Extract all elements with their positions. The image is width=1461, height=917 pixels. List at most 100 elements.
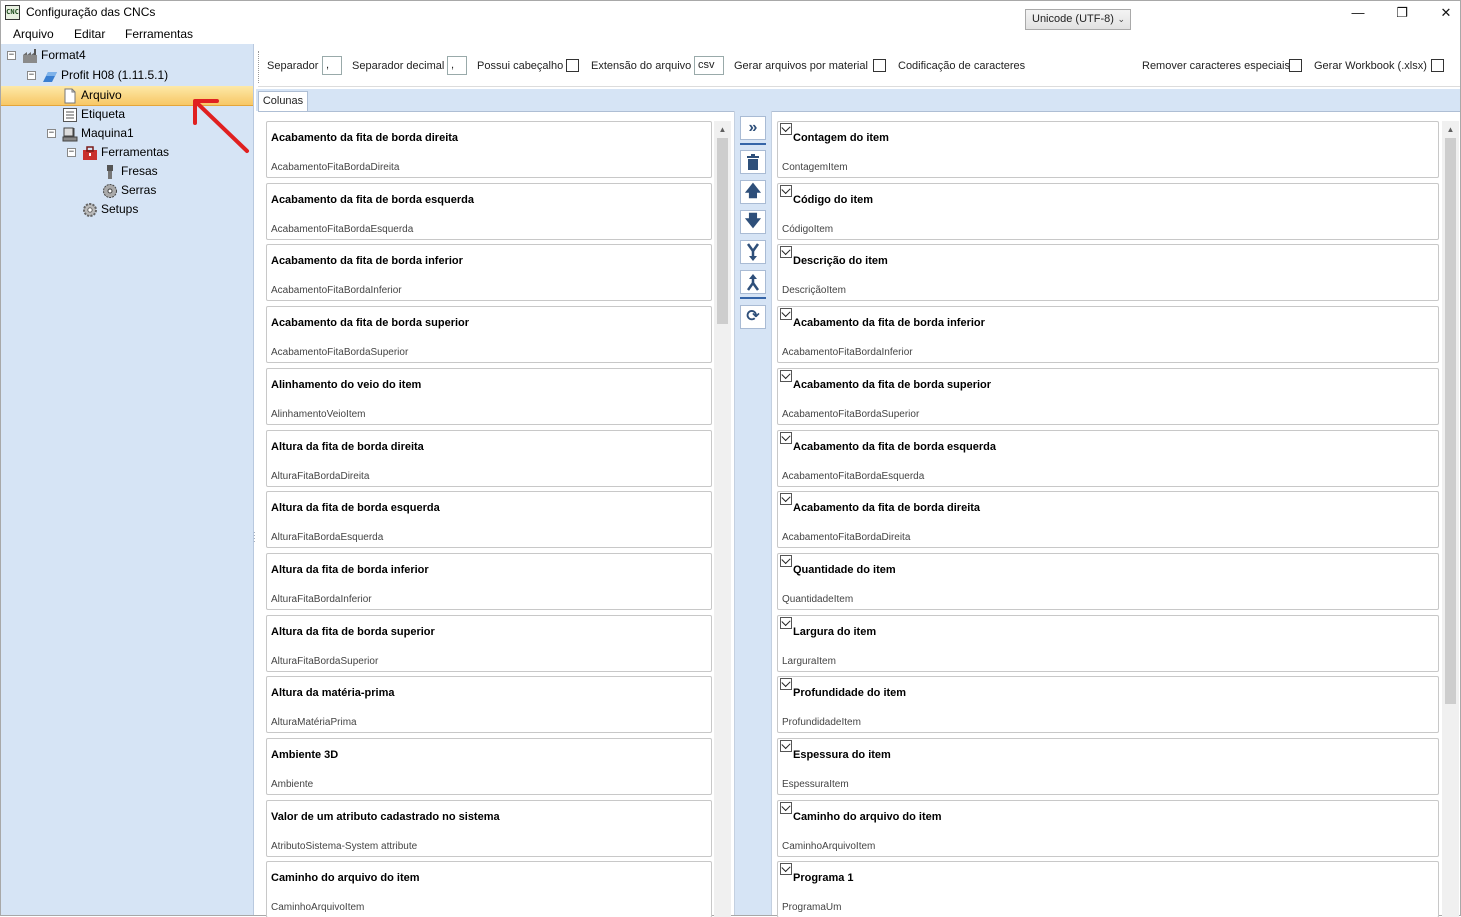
encoding-select[interactable]: Unicode (UTF-8) ⌄ (1025, 9, 1131, 30)
scroll-up-icon[interactable]: ▲ (714, 121, 731, 138)
tree-node-setups[interactable]: Setups (82, 200, 138, 219)
column-checkbox[interactable] (780, 308, 792, 321)
column-checkbox[interactable] (780, 554, 792, 567)
column-checkbox[interactable] (780, 431, 792, 444)
column-card[interactable]: Acabamento da fita de borda esquerda Acab… (777, 429, 1439, 487)
column-card[interactable]: Espessura do item EspessuraItem (777, 738, 1439, 795)
tree-node-serras[interactable]: Serras (102, 181, 156, 200)
separador-input[interactable]: , (322, 56, 342, 75)
split-button[interactable] (740, 270, 766, 294)
column-card[interactable]: Altura da fita de borda superior AlturaFi… (266, 614, 712, 672)
menu-arquivo[interactable]: Arquivo (13, 27, 54, 41)
label-icon (63, 107, 77, 122)
workbook-label: Gerar Workbook (.xlsx) (1314, 60, 1427, 72)
column-card[interactable]: Descrição do item DescriçãoItem (777, 244, 1439, 302)
tree-node-arquivo[interactable]: Arquivo (62, 86, 122, 105)
column-card[interactable]: Altura da fita de borda esquerda AlturaFi… (266, 491, 712, 549)
column-card[interactable]: Ambiente 3D Ambiente (266, 738, 712, 795)
por-material-label: Gerar arquivos por material (734, 60, 868, 72)
expander-profit[interactable]: − (27, 71, 36, 80)
close-button[interactable]: ✕ (1423, 1, 1461, 24)
expander-maquina[interactable]: − (47, 129, 56, 138)
por-material-checkbox[interactable] (873, 59, 886, 72)
scroll-up-icon[interactable]: ▲ (1442, 121, 1459, 138)
restore-icon: ❐ (1396, 5, 1408, 20)
column-card[interactable]: Largura do item LarguraItem (777, 614, 1439, 672)
column-checkbox[interactable] (780, 246, 792, 259)
column-card[interactable]: Acabamento da fita de borda superior Acab… (777, 367, 1439, 425)
column-card[interactable]: Caminho do arquivo do item CaminhoArquivo… (777, 799, 1439, 857)
scroll-thumb[interactable] (717, 138, 728, 324)
menu-editar[interactable]: Editar (74, 27, 105, 41)
column-checkbox[interactable] (780, 184, 792, 197)
column-title: Altura da matéria-prima (271, 687, 395, 700)
column-card[interactable]: Acabamento da fita de borda inferior Acab… (266, 244, 712, 302)
factory-icon (23, 48, 37, 63)
column-card[interactable]: Quantidade do item QuantidadeItem (777, 552, 1439, 610)
document-icon (64, 88, 76, 104)
column-key: AcabamentoFitaBordaInferior (782, 347, 913, 359)
merge-button[interactable] (740, 240, 766, 264)
column-checkbox[interactable] (780, 616, 792, 629)
menu-ferramentas[interactable]: Ferramentas (125, 27, 193, 41)
expander-format4[interactable]: − (7, 51, 16, 60)
splitter-grip[interactable]: · · · · (253, 529, 256, 546)
column-card[interactable]: Acabamento da fita de borda direita Acaba… (777, 491, 1439, 549)
column-card[interactable]: Profundidade do item ProfundidadeItem (777, 676, 1439, 734)
remover-label: Remover caracteres especiais (1142, 60, 1290, 72)
extensao-input[interactable]: csv (694, 56, 724, 75)
column-checkbox[interactable] (780, 801, 792, 814)
delete-button[interactable] (740, 150, 766, 174)
tree-node-format4[interactable]: Format4 (22, 46, 86, 65)
column-title: Caminho do arquivo do item (793, 810, 942, 823)
column-card[interactable]: Acabamento da fita de borda esquerda Acab… (266, 182, 712, 240)
column-card[interactable]: Altura da fita de borda inferior AlturaFi… (266, 552, 712, 610)
move-down-button[interactable]: 🡇 (740, 210, 766, 234)
expander-ferramentas[interactable]: − (67, 148, 76, 157)
column-title: Acabamento da fita de borda esquerda (271, 193, 474, 206)
column-card[interactable]: Alinhamento do veio do item AlinhamentoVe… (266, 367, 712, 425)
column-checkbox[interactable] (780, 493, 792, 506)
column-checkbox[interactable] (780, 123, 792, 135)
column-checkbox[interactable] (780, 863, 792, 876)
actions-separator (740, 297, 766, 299)
column-checkbox[interactable] (780, 369, 792, 382)
column-title: Espessura do item (793, 749, 891, 761)
sep-decimal-input[interactable]: , (447, 56, 467, 75)
column-card[interactable]: Valor de um atributo cadastrado no siste… (266, 799, 712, 857)
toolbar-grip[interactable] (258, 51, 261, 83)
column-key: AlturaFitaBordaInferior (271, 593, 372, 605)
tree-node-fresas[interactable]: Fresas (102, 162, 158, 181)
remover-checkbox[interactable] (1289, 59, 1302, 72)
column-title: Altura da fita de borda inferior (271, 563, 429, 576)
tree-node-ferramentas[interactable]: Ferramentas (82, 143, 169, 162)
tree-node-profit[interactable]: Profit H08 (1.11.5.1) (42, 66, 168, 85)
selected-columns-scrollbar[interactable]: ▲ (1442, 121, 1459, 917)
column-title: Altura da fita de borda esquerda (271, 502, 440, 515)
restore-button[interactable]: ❐ (1379, 1, 1425, 24)
column-checkbox[interactable] (780, 740, 792, 752)
workbook-checkbox[interactable] (1431, 59, 1444, 72)
column-title: Código do item (793, 193, 874, 206)
refresh-icon: ⟳ (746, 308, 760, 325)
column-card[interactable]: Programa 1 ProgramaUm (777, 861, 1439, 917)
column-card[interactable]: Acabamento da fita de borda direita Acaba… (266, 121, 712, 178)
refresh-button[interactable]: ⟳ (740, 305, 766, 329)
column-checkbox[interactable] (780, 678, 792, 691)
column-card[interactable]: Acabamento da fita de borda superior Acab… (266, 306, 712, 364)
cabecalho-checkbox[interactable] (566, 59, 579, 72)
scroll-thumb[interactable] (1445, 138, 1456, 704)
column-card[interactable]: Altura da matéria-prima AlturaMatériaPrim… (266, 676, 712, 734)
column-card[interactable]: Acabamento da fita de borda inferior Acab… (777, 306, 1439, 364)
tab-colunas[interactable]: Colunas (258, 91, 308, 112)
move-up-button[interactable]: 🡅 (740, 180, 766, 204)
add-all-button[interactable]: » (740, 116, 766, 140)
column-card[interactable]: Caminho do arquivo do item CaminhoArquivo… (266, 861, 712, 917)
tree-node-maquina1[interactable]: Maquina1 (62, 124, 134, 143)
column-card[interactable]: Altura da fita de borda direita AlturaFit… (266, 429, 712, 487)
available-columns-scrollbar[interactable]: ▲ (714, 121, 731, 917)
column-card[interactable]: Contagem do item ContagemItem (777, 121, 1439, 178)
column-card[interactable]: Código do item CódigoItem (777, 182, 1439, 240)
tree-node-etiqueta[interactable]: Etiqueta (62, 105, 125, 124)
minimize-button[interactable]: — (1335, 1, 1381, 24)
